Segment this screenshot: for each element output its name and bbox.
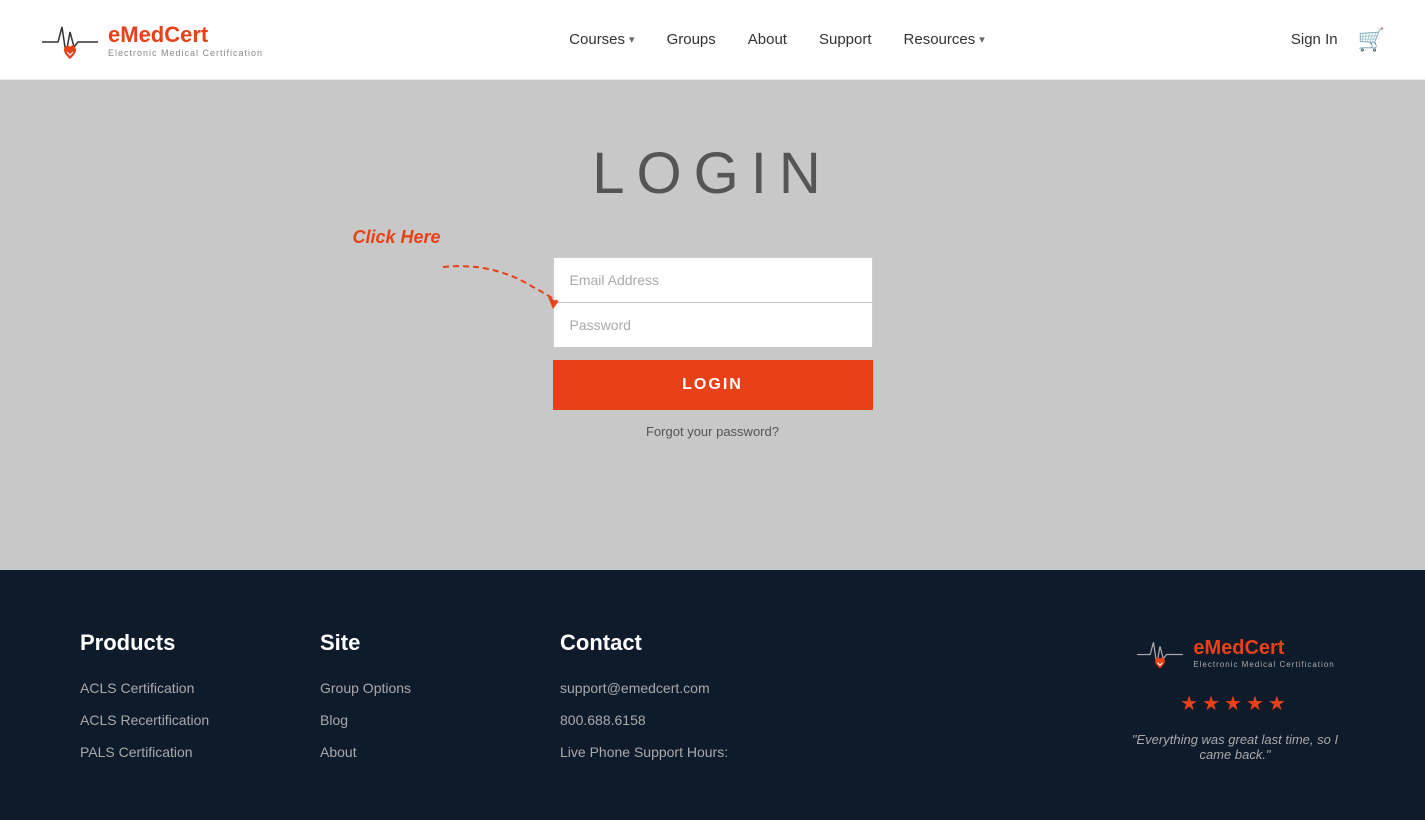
page-title: LOGIN — [592, 140, 833, 207]
star-rating: ★★★★★ — [1180, 691, 1290, 716]
footer-link-acls-recert[interactable]: ACLS Recertification — [80, 712, 260, 728]
header-actions: Sign In 🛒 — [1291, 27, 1385, 53]
annotation-text: Click Here — [353, 227, 441, 248]
email-field[interactable] — [553, 257, 873, 302]
chevron-down-icon: ▾ — [979, 33, 985, 46]
nav-about[interactable]: About — [748, 31, 787, 48]
main-content: LOGIN Click Here LOGIN Forgot your passw… — [0, 80, 1425, 570]
logo-icon — [40, 12, 100, 67]
password-field[interactable] — [553, 302, 873, 348]
chevron-down-icon: ▾ — [629, 33, 635, 46]
login-button[interactable]: LOGIN — [553, 360, 873, 410]
footer-link-group-options[interactable]: Group Options — [320, 680, 500, 696]
footer-link-blog[interactable]: Blog — [320, 712, 500, 728]
footer-hours-label: Live Phone Support Hours: — [560, 744, 740, 760]
footer-contact-title: Contact — [560, 630, 740, 656]
footer-products-title: Products — [80, 630, 260, 656]
footer-logo-sub: Electronic Medical Certification — [1193, 660, 1334, 669]
footer-email[interactable]: support@emedcert.com — [560, 680, 740, 696]
forgot-password-link[interactable]: Forgot your password? — [553, 424, 873, 439]
login-form: LOGIN Forgot your password? — [553, 257, 873, 439]
logo-sub: Electronic Medical Certification — [108, 48, 263, 58]
nav-courses[interactable]: Courses ▾ — [569, 31, 634, 48]
cart-icon[interactable]: 🛒 — [1358, 27, 1385, 53]
footer-site-title: Site — [320, 630, 500, 656]
footer-contact: Contact support@emedcert.com 800.688.615… — [560, 630, 740, 780]
footer-brand: eMedCert Electronic Medical Certificatio… — [1125, 630, 1345, 780]
footer: Products ACLS Certification ACLS Recerti… — [0, 570, 1425, 820]
form-wrapper: Click Here LOGIN Forgot your password? — [553, 257, 873, 439]
footer-logo: eMedCert Electronic Medical Certificatio… — [1135, 630, 1334, 675]
footer-phone: 800.688.6158 — [560, 712, 740, 728]
header: eMedCert Electronic Medical Certificatio… — [0, 0, 1425, 80]
footer-logo-icon — [1135, 630, 1185, 675]
nav-resources[interactable]: Resources ▾ — [904, 31, 985, 48]
logo-name: eMedCert — [108, 22, 263, 48]
nav-support[interactable]: Support — [819, 31, 872, 48]
testimonial-text: "Everything was great last time, so I ca… — [1125, 732, 1345, 762]
footer-link-acls-cert[interactable]: ACLS Certification — [80, 680, 260, 696]
footer-link-pals-cert[interactable]: PALS Certification — [80, 744, 260, 760]
footer-site: Site Group Options Blog About — [320, 630, 500, 780]
footer-link-about[interactable]: About — [320, 744, 500, 760]
sign-in-button[interactable]: Sign In — [1291, 31, 1338, 48]
logo[interactable]: eMedCert Electronic Medical Certificatio… — [40, 12, 263, 67]
annotation-arrow — [433, 257, 573, 317]
nav-groups[interactable]: Groups — [667, 31, 716, 48]
main-nav: Courses ▾ Groups About Support Resources… — [569, 31, 985, 48]
logo-text: eMedCert Electronic Medical Certificatio… — [108, 22, 263, 58]
footer-logo-name: eMedCert — [1193, 637, 1334, 660]
footer-products: Products ACLS Certification ACLS Recerti… — [80, 630, 260, 780]
footer-logo-text: eMedCert Electronic Medical Certificatio… — [1193, 637, 1334, 669]
